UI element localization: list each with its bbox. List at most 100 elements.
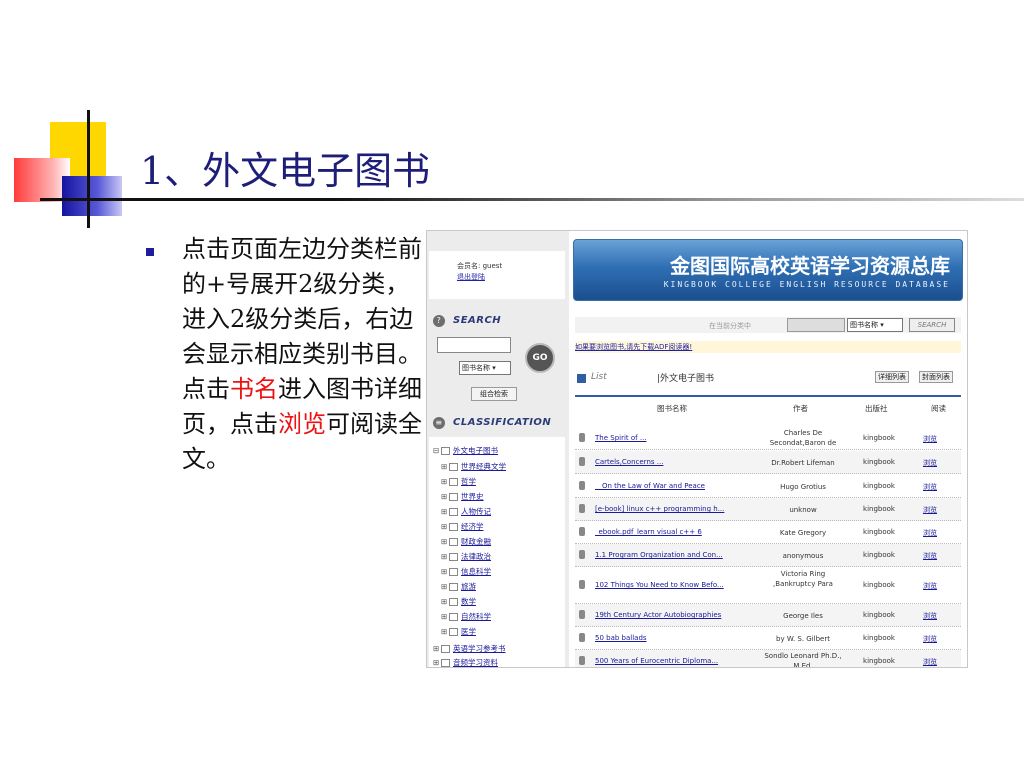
folder-icon [441, 447, 450, 455]
expand-icon[interactable]: ⊞ [441, 477, 449, 486]
search-field-select[interactable]: 图书名称 ▾ [459, 361, 511, 375]
browse-link[interactable]: 浏览 [923, 634, 937, 644]
book-author: Kate Gregory [779, 529, 827, 537]
logout-link[interactable]: 退出登陆 [457, 272, 485, 282]
pdf-reader-notice-link[interactable]: 如果要浏览图书,请先下载ADF阅读器! [575, 341, 961, 353]
expand-icon[interactable]: ⊞ [441, 627, 449, 636]
browse-link[interactable]: 浏览 [923, 482, 937, 492]
book-title-link[interactable]: _ebook.pdf_learn visual c++ 6 [595, 528, 702, 536]
library-screenshot: 会员名: guest 退出登陆 ? SEARCH 图书名称 ▾ GO 组合检索 … [426, 230, 968, 668]
bullet-marker [146, 248, 154, 256]
book-author: Charles De Secondat,Baron de [769, 429, 837, 447]
browse-link[interactable]: 浏览 [923, 528, 937, 538]
tree-item[interactable]: ⊞ 人物传记 [441, 506, 491, 517]
book-icon [579, 633, 585, 642]
slide-title: 1、外文电子图书 [140, 149, 431, 193]
tree-item[interactable]: ⊞ 自然科学 [441, 611, 491, 622]
book-icon [579, 580, 585, 589]
search-input[interactable] [437, 337, 511, 353]
category-search-bar: 在当前分类中 图书名称 ▾ SEARCH [575, 317, 961, 333]
book-title-link[interactable]: Cartels,Concerns ... [595, 458, 663, 466]
tree-item-label: 法律政治 [461, 552, 491, 561]
tree-item[interactable]: ⊞ 信息科学 [441, 566, 491, 577]
combo-search-button[interactable]: 组合检索 [471, 387, 517, 401]
table-row: 19th Century Actor Autobiographies Georg… [575, 604, 961, 627]
classification-heading-label: CLASSIFICATION [453, 417, 552, 428]
book-title-link[interactable]: [e-book] linux c++ programming h... [595, 505, 724, 513]
browse-link[interactable]: 浏览 [923, 581, 937, 591]
book-icon [579, 550, 585, 559]
expand-icon[interactable]: ⊞ [441, 582, 449, 591]
search-icon: ? [433, 315, 445, 327]
tree-item[interactable]: ⊞ 经济学 [441, 521, 484, 532]
category-search-select[interactable]: 图书名称 ▾ [847, 318, 903, 332]
expand-icon[interactable]: ⊞ [433, 644, 441, 653]
tree-item[interactable]: ⊞ 数学 [441, 596, 476, 607]
folder-icon [449, 463, 458, 471]
folder-icon [449, 538, 458, 546]
book-title-link[interactable]: __On the Law of War and Peace [595, 482, 705, 490]
tree-item-label: 世界史 [461, 492, 484, 501]
book-author: unknow [789, 506, 817, 514]
book-title-link[interactable]: 50 bab ballads [595, 634, 647, 642]
expand-icon[interactable]: ⊟ [433, 446, 441, 455]
table-header: 图书名称 作者 出版社 阅读 [575, 395, 961, 419]
book-title-link[interactable]: 102 Things You Need to Know Befo... [595, 581, 724, 589]
book-title-link[interactable]: 1.1 Program Organization and Con... [595, 551, 723, 559]
expand-icon[interactable]: ⊞ [441, 507, 449, 516]
tree-item[interactable]: ⊞ 音频学习资料 [433, 657, 498, 667]
col-header-name: 图书名称 [657, 404, 687, 413]
tree-item[interactable]: ⊞ 财政金融 [441, 536, 491, 547]
list-title: List [591, 372, 607, 382]
tree-item-label: 音频学习资料 [453, 658, 498, 667]
book-author: George Iles [783, 612, 823, 620]
expand-icon[interactable]: ⊞ [441, 552, 449, 561]
bullet-text: 点击页面左边分类栏前的+号展开2级分类，进入2级分类后，右边会显示相应类别书目。… [182, 232, 422, 477]
expand-icon[interactable]: ⊞ [433, 658, 441, 667]
tree-item[interactable]: ⊞ 医学 [441, 626, 476, 637]
detail-list-view-button[interactable]: 详细列表 [875, 371, 909, 383]
expand-icon[interactable]: ⊞ [441, 462, 449, 471]
book-title-link[interactable]: 500 Years of Eurocentric Diploma... [595, 657, 718, 665]
tree-item[interactable]: ⊞ 世界史 [441, 491, 484, 502]
expand-icon[interactable]: ⊞ [441, 597, 449, 606]
search-scope-hint: 在当前分类中 [709, 322, 751, 330]
browse-link[interactable]: 浏览 [923, 551, 937, 561]
tree-item[interactable]: ⊞ 英语学习参考书 [433, 643, 506, 654]
tree-item[interactable]: ⊞ 法律政治 [441, 551, 491, 562]
book-title-link[interactable]: The Spirit of ... [595, 434, 647, 442]
expand-icon[interactable]: ⊞ [441, 612, 449, 621]
book-author: Sondlo Leonard Ph.D., M.Ed. [764, 652, 842, 668]
book-author: Victoria Ring ,Bankruptcy Para [773, 570, 833, 588]
current-category: |外文电子图书 [657, 374, 715, 384]
search-field-select-value: 图书名称 [462, 364, 490, 372]
book-title-link[interactable]: 19th Century Actor Autobiographies [595, 611, 721, 619]
browse-link[interactable]: 浏览 [923, 657, 937, 667]
category-search-button[interactable]: SEARCH [909, 318, 955, 332]
tree-item[interactable]: ⊞ 世界经典文学 [441, 461, 506, 472]
go-button[interactable]: GO [525, 343, 555, 373]
folder-icon [449, 508, 458, 516]
tree-item[interactable]: ⊞ 哲学 [441, 476, 476, 487]
expand-icon[interactable]: ⊞ [441, 537, 449, 546]
book-author: Hugo Grotius [780, 483, 826, 491]
table-row: 1.1 Program Organization and Con... anon… [575, 544, 961, 567]
book-publisher: kingbook [863, 434, 895, 442]
tree-item[interactable]: ⊞ 旅游 [441, 581, 476, 592]
user-box: 会员名: guest 退出登陆 [429, 251, 565, 299]
browse-link[interactable]: 浏览 [923, 458, 937, 468]
category-search-select-value: 图书名称 [850, 321, 878, 329]
browse-link[interactable]: 浏览 [923, 434, 937, 444]
book-icon [579, 457, 585, 466]
tree-item[interactable]: ⊟ 外文电子图书 [433, 445, 498, 456]
browse-link[interactable]: 浏览 [923, 611, 937, 621]
expand-icon[interactable]: ⊞ [441, 522, 449, 531]
classification-heading: ≡ CLASSIFICATION [429, 413, 567, 433]
browse-link[interactable]: 浏览 [923, 505, 937, 515]
expand-icon[interactable]: ⊞ [441, 567, 449, 576]
col-header-author: 作者 [793, 404, 808, 413]
category-search-input[interactable] [787, 318, 845, 332]
cover-list-view-button[interactable]: 封面列表 [919, 371, 953, 383]
book-publisher: kingbook [863, 611, 895, 619]
expand-icon[interactable]: ⊞ [441, 492, 449, 501]
